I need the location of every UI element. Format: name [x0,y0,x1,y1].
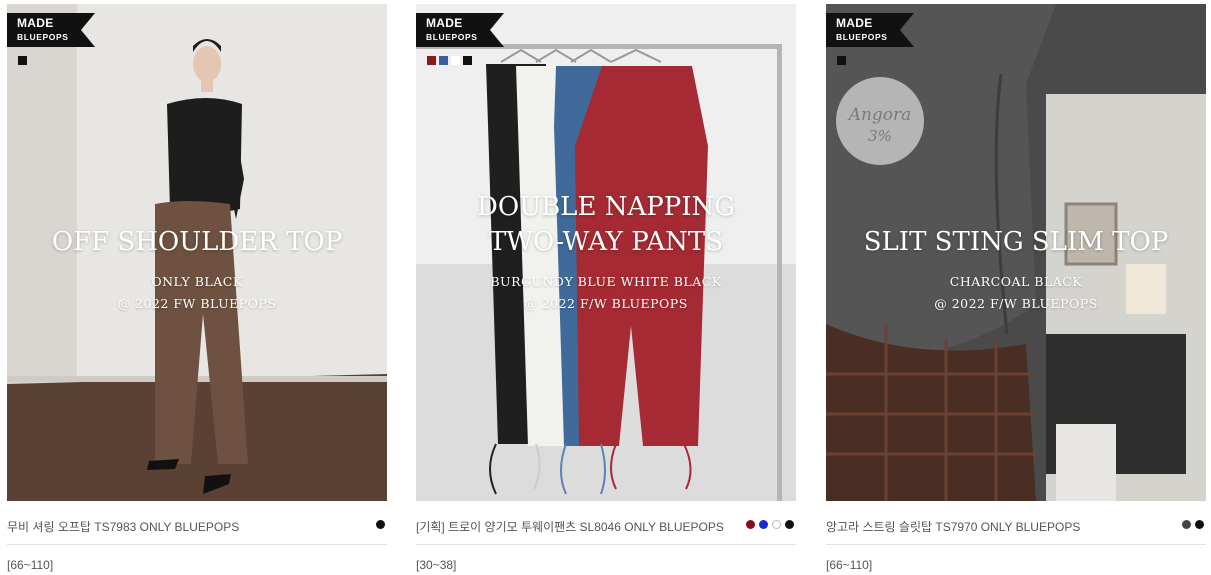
color-swatches [837,56,846,65]
divider [416,544,796,545]
sub-season: @ 2022 FW BLUEPOPS [117,296,277,311]
made-bluepops-badge: MADE BLUEPOPS [416,13,504,47]
color-swatches [18,56,27,65]
badge-line-2: BLUEPOPS [426,32,478,42]
color-dot-white [772,520,781,529]
sub-season: @ 2022 F/W BLUEPOPS [524,296,688,311]
swatch-white [451,56,460,65]
badge-line-2: BLUEPOPS [17,32,69,42]
badge-line-1: MADE [426,16,463,30]
product-name[interactable]: [기획] 트로이 양기모 투웨이팬츠 SL8046 ONLY BLUEPOPS [416,518,724,535]
badge-line-2: BLUEPOPS [836,32,888,42]
product-name[interactable]: 앙고라 스트링 슬릿탑 TS7970 ONLY BLUEPOPS [826,518,1080,535]
product-name[interactable]: 무비 셔링 오프탑 TS7983 ONLY BLUEPOPS [7,518,239,535]
stamp-percent: 3% [868,127,892,145]
swatch-black [463,56,472,65]
headline: SLIT STING SLIM TOP [863,227,1169,257]
color-dot-black [1195,520,1204,529]
headline: OFF SHOULDER TOP [51,227,343,257]
swatch-burgundy [427,56,436,65]
stamp-name: Angora [848,105,912,125]
sub-colors: CHARCOAL BLACK [949,274,1083,289]
color-swatches [427,56,472,65]
angora-stamp: Angora 3% [836,77,924,165]
swatch-blue [439,56,448,65]
made-bluepops-badge: MADE BLUEPOPS [826,13,914,47]
sub-season: @ 2022 F/W BLUEPOPS [934,296,1098,311]
product-card[interactable]: MADE BLUEPOPS Angora 3% SLIT STING SLIM … [826,4,1206,575]
size-range: [66~110] [7,558,54,572]
sub-colors: BURGUNDY BLUE WHITE BLACK [490,274,722,289]
product-photo[interactable]: MADE BLUEPOPS Angora 3% SLIT STING SLIM … [826,4,1206,501]
color-dot-blue [759,520,768,529]
color-dots [1182,520,1204,529]
size-range: [66~110] [826,558,873,572]
color-dots [376,520,385,529]
sub-colors: ONLY BLACK [151,274,243,289]
color-dot-burgundy [746,520,755,529]
product-photo[interactable]: MADE BLUEPOPS OFF SHOULDER TOP ONLY BLAC… [7,4,387,501]
made-bluepops-badge: MADE BLUEPOPS [7,13,95,47]
headline-line-2: TWO-WAY PANTS [488,227,724,257]
product-card[interactable]: MADE BLUEPOPS DOUBLE NAPPING TWO-WAY PAN… [416,4,796,575]
color-dot-black [376,520,385,529]
size-range: [30~38] [416,558,457,572]
divider [7,544,387,545]
product-card[interactable]: MADE BLUEPOPS OFF SHOULDER TOP ONLY BLAC… [7,4,387,575]
swatch-black [837,56,846,65]
badge-line-1: MADE [836,16,873,30]
color-dot-black [785,520,794,529]
product-photo[interactable]: MADE BLUEPOPS DOUBLE NAPPING TWO-WAY PAN… [416,4,796,501]
color-dot-charcoal [1182,520,1191,529]
swatch-black [18,56,27,65]
divider [826,544,1206,545]
color-dots [746,520,794,529]
badge-line-1: MADE [17,16,54,30]
headline-line-1: DOUBLE NAPPING [477,192,735,222]
